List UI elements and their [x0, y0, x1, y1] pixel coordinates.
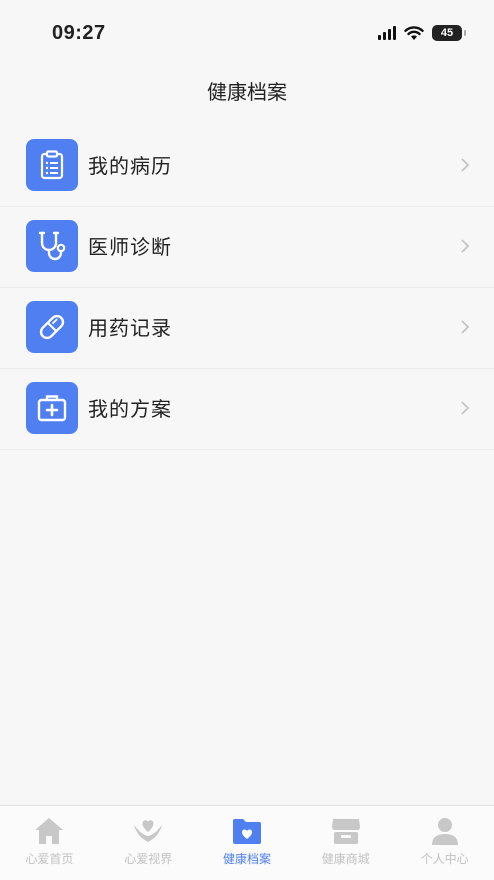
chevron-right-icon [461, 401, 470, 415]
page-title: 健康档案 [207, 80, 287, 104]
chevron-right-icon [461, 320, 470, 334]
tab-home[interactable]: 心爱首页 [0, 806, 99, 880]
tab-label: 心爱首页 [25, 852, 74, 866]
menu-item-label: 医师诊断 [88, 235, 172, 259]
menu-item-medication-records[interactable]: 用药记录 [0, 288, 494, 369]
menu-item-label: 用药记录 [88, 316, 172, 340]
status-bar: 09:27 45 [0, 0, 494, 62]
store-icon [330, 815, 362, 847]
medical-kit-icon [26, 382, 78, 434]
menu-item-label: 我的病历 [88, 154, 172, 178]
chevron-right-icon [461, 239, 470, 253]
wifi-icon [404, 25, 424, 40]
tab-label: 健康档案 [222, 852, 271, 866]
tab-label: 个人中心 [420, 852, 469, 866]
pill-icon [26, 301, 78, 353]
tab-label: 心爱视界 [124, 852, 173, 866]
clipboard-icon [26, 139, 78, 191]
tab-health-store[interactable]: 健康商城 [296, 806, 395, 880]
menu-item-label: 我的方案 [88, 397, 172, 421]
heart-folder-icon [231, 815, 263, 847]
heart-hands-icon [132, 815, 164, 847]
battery-icon: 45 [432, 25, 466, 41]
cellular-signal-icon [378, 26, 396, 40]
home-icon [33, 815, 65, 847]
menu-list: 我的病历 医师诊断 用药记录 我的方案 [0, 126, 494, 450]
status-icons: 45 [378, 25, 466, 41]
bottom-tab-bar: 心爱首页 心爱视界 健康档案 健康商城 个人中心 [0, 805, 494, 880]
stethoscope-icon [26, 220, 78, 272]
tab-health-records[interactable]: 健康档案 [198, 806, 297, 880]
chevron-right-icon [461, 158, 470, 172]
tab-label: 健康商城 [321, 852, 370, 866]
status-time: 09:27 [52, 22, 106, 44]
person-icon [429, 815, 461, 847]
menu-item-my-plan[interactable]: 我的方案 [0, 369, 494, 450]
tab-profile[interactable]: 个人中心 [395, 806, 494, 880]
menu-item-medical-records[interactable]: 我的病历 [0, 126, 494, 207]
tab-vision[interactable]: 心爱视界 [99, 806, 198, 880]
menu-item-doctor-diagnosis[interactable]: 医师诊断 [0, 207, 494, 288]
